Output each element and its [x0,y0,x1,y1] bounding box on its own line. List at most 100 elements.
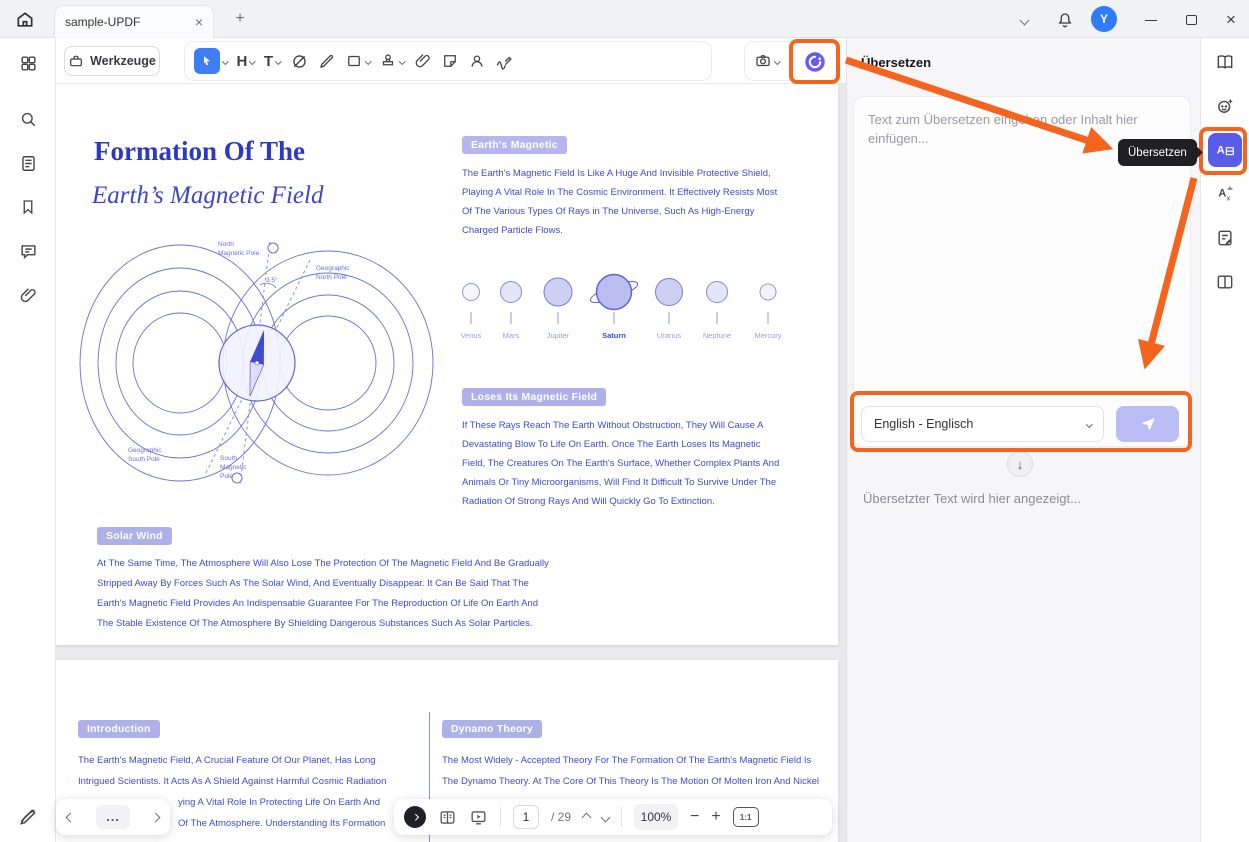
werkzeuge-label: Werkzeuge [90,54,156,68]
shapes-tool[interactable] [345,46,371,76]
svg-text:A: A [1218,188,1226,200]
sidebar-search-button[interactable] [14,105,42,133]
main-toolbar: Werkzeuge H T [56,38,846,84]
ellipse-tool[interactable] [290,46,309,76]
svg-text:A: A [1217,145,1225,157]
planet-label: Saturn [602,331,626,340]
camera-icon [756,55,770,67]
diagram-geo-south-label: Geographic [128,447,162,454]
attachment-tool[interactable] [414,46,432,76]
rectangle-icon [347,55,360,67]
reader-annotation-button[interactable] [1211,48,1239,76]
slideshow-button[interactable] [469,808,488,827]
chevron-down-icon[interactable] [275,57,282,65]
sidebar-thumbnails-button[interactable] [14,149,42,177]
collapse-toolbar-button[interactable] [404,806,426,828]
app-home-button[interactable] [12,7,38,33]
text-glyph: T [263,52,274,70]
document-canvas[interactable]: Formation Of The Earth’s Magnetic Field [56,84,846,842]
zoom-level-value[interactable]: 100% [634,804,679,830]
edit-heading-tool[interactable]: H [237,46,256,76]
window-maximize-button[interactable] [1176,8,1206,32]
reading-mode-icon [440,810,455,824]
back-button[interactable] [65,812,76,822]
titlebar-chevron-down-icon[interactable] [1012,8,1036,32]
document-tab[interactable]: sample-UPDF × [54,5,214,38]
svg-text:South Pole: South Pole [128,456,160,463]
swap-direction-button[interactable]: ↓ [1007,451,1033,477]
next-page-button[interactable] [600,812,611,822]
sidebar-attachments-button[interactable] [14,281,42,309]
dynamo-theory-paragraph: The Most Widely - Accepted Theory For Th… [442,755,820,787]
sidebar-signature-button[interactable] [14,803,42,831]
screenshot-tool[interactable] [754,46,781,76]
paperclip-icon [20,287,36,302]
doc-title-line1: Formation Of The [94,136,305,166]
chevron-down-icon[interactable] [222,57,229,65]
page-total-label: / 29 [551,810,572,824]
language-select-value: English - Englisch [874,417,974,431]
earths-magnetic-paragraph: The Earth's Magnetic Field Is Like A Hug… [462,168,778,236]
sidebar-comments-button[interactable] [14,237,42,265]
send-icon [1140,418,1155,431]
sidebar-apps-grid-button[interactable] [14,49,42,77]
fit-label: 1:1 [739,812,752,822]
diagram-south-label: South [220,455,237,462]
paperclip-icon [415,54,430,68]
ai-assistant-icon [1218,98,1233,113]
loses-field-paragraph: If These Rays Reach The Earth Without Ob… [462,420,780,507]
window-minimize-button[interactable] [1136,8,1166,32]
tab-close-icon[interactable]: × [195,14,203,30]
word-translate-button[interactable]: A x [1211,180,1239,208]
pen-icon [319,54,333,68]
page-layout-button[interactable] [1211,268,1239,296]
translate-send-button[interactable] [1116,406,1179,442]
window-close-button[interactable]: × [1216,8,1246,32]
sticker-icon [443,55,456,67]
svg-text:Magnetic Pole: Magnetic Pole [218,250,260,257]
signature-tool[interactable] [495,46,514,76]
chevron-down-icon [1085,420,1092,428]
zoom-out-button[interactable]: − [690,808,699,826]
ai-assistant-button[interactable] [1211,92,1239,120]
planet-label: Mars [503,331,520,340]
minimize-icon [1145,19,1157,21]
view-controls-pill: / 29 100% − + 1:1 [394,799,832,835]
chip-earths-magnetic: Earth's Magnetic [462,136,567,154]
zoom-in-button[interactable]: + [711,808,720,826]
window-titlebar: sample-UPDF × + Y × [0,0,1249,38]
new-tab-button[interactable]: + [228,7,252,31]
previous-page-button[interactable] [581,812,592,822]
chevron-down-icon[interactable] [249,57,256,65]
sticker-tool[interactable] [441,46,459,76]
form-fill-button[interactable] [1211,224,1239,252]
ai-translate-tool[interactable] [796,43,834,81]
slideshow-icon [471,810,486,825]
reading-mode-button[interactable] [438,808,457,827]
stamp-tool[interactable] [379,46,406,76]
avatar[interactable]: Y [1091,6,1117,32]
notifications-button[interactable] [1052,7,1078,33]
forward-button[interactable] [150,812,161,822]
page-number-input[interactable] [513,805,539,829]
chevron-down-icon[interactable] [364,57,371,65]
planets-diagram: Venus Mars Jupiter Saturn Uranus Neptune… [461,273,782,340]
more-pages-button[interactable]: ... [96,805,130,829]
select-tool[interactable] [194,46,229,76]
stamp-icon [382,54,394,66]
ai-swirl-icon [805,52,825,72]
translate-button[interactable]: A [1208,133,1242,167]
pdf-page-1[interactable]: Formation Of The Earth’s Magnetic Field [56,84,838,645]
chevron-down-icon[interactable] [399,57,406,65]
werkzeuge-button[interactable]: Werkzeuge [64,46,160,76]
planet-label: Venus [461,331,482,340]
chevron-down-icon[interactable] [774,57,781,65]
apps-grid-icon [20,55,36,71]
watermark-tool[interactable] [468,46,486,76]
sidebar-bookmarks-button[interactable] [14,193,42,221]
pen-tool[interactable] [318,46,336,76]
language-select[interactable]: English - Englisch [861,406,1104,442]
text-tool[interactable]: T [263,46,282,76]
planet-label: Jupiter [547,331,570,340]
fit-actual-size-button[interactable]: 1:1 [732,807,759,827]
